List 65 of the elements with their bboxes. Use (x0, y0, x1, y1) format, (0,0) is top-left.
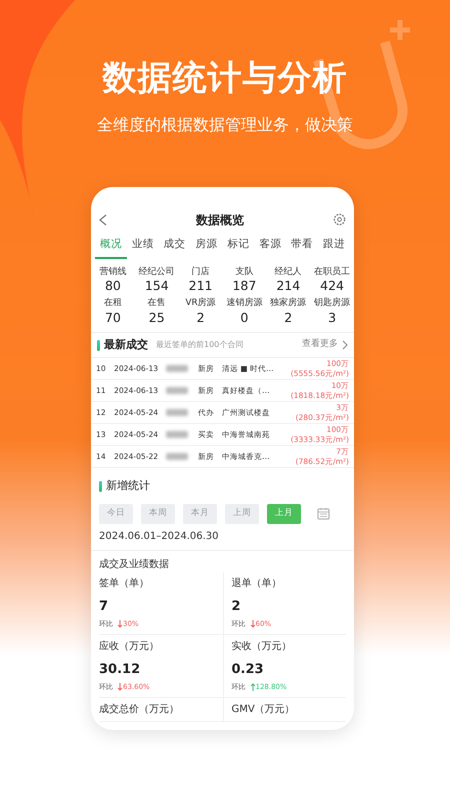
metric-label: 实收（万元） (232, 640, 292, 654)
tab[interactable]: 客源 (254, 236, 286, 259)
stat-value: 214 (275, 278, 302, 294)
section-marker (99, 480, 102, 492)
screen-title: 数据概览 (196, 212, 244, 229)
promo-subtitle: 全维度的根据数据管理业务，做决策 (96, 114, 354, 136)
metric-value: 7 (99, 598, 110, 616)
stat-label: 独家房源 (269, 298, 308, 310)
stat-value: 3 (327, 310, 338, 326)
metric-label: GMV（万元） (232, 702, 296, 717)
section-title: 最新成交 (104, 336, 148, 353)
stat-value: 211 (188, 278, 214, 294)
tab[interactable]: 房源 (190, 236, 222, 259)
stat-label: 速销房源 (225, 298, 264, 310)
stat-label: 在租 (102, 298, 123, 310)
stat-label: 营销线 (98, 266, 128, 278)
stat-label: 经纪人 (274, 266, 303, 278)
tab[interactable]: 带看 (286, 236, 318, 259)
stat-value: 424 (319, 278, 345, 294)
chevron-right-icon (342, 340, 348, 350)
section-title: 新增统计 (106, 478, 150, 494)
stat-label: 在售 (146, 298, 167, 310)
metric-value: 2 (232, 598, 242, 616)
calendar-icon[interactable] (317, 507, 330, 520)
view-more-link[interactable]: 查看更多 (302, 338, 348, 352)
stat-value: 187 (231, 278, 258, 294)
down-arrow-icon (117, 683, 123, 692)
stat-label: 经纪公司 (138, 266, 176, 278)
back-icon[interactable] (99, 214, 107, 226)
settings-icon[interactable] (333, 213, 346, 226)
down-arrow-icon (117, 620, 123, 628)
blurred-name (166, 431, 188, 438)
down-arrow-icon (250, 620, 256, 628)
stat-label: 门店 (190, 266, 211, 278)
up-arrow-icon (250, 683, 256, 692)
stat-label: 在职员工 (313, 266, 352, 278)
metric-label: 成交总价（万元） (99, 702, 180, 717)
tab[interactable]: 标记 (222, 236, 254, 259)
metric-label: 应收（万元） (99, 640, 160, 654)
metric-label: 退单（单） (232, 576, 282, 591)
blurred-name (166, 409, 188, 416)
section-title: 成交及业绩数据 (98, 558, 170, 572)
section-subtitle: 最近签单的前100个合同 (156, 339, 244, 352)
metric-value: 30.12 (99, 660, 142, 679)
blurred-name (166, 365, 188, 372)
stat-label: VR房源 (184, 298, 217, 310)
stat-value: 154 (144, 278, 170, 294)
stat-label: 钥匙房源 (313, 298, 352, 310)
stat-value: 25 (148, 310, 166, 326)
tab[interactable]: 成交 (158, 236, 191, 259)
stat-value: 2 (283, 310, 294, 326)
metric-label: 签单（单） (99, 576, 150, 591)
section-marker (97, 340, 100, 351)
promo-title: 数据统计与分析 (101, 58, 348, 99)
metric-value: 0.23 (232, 660, 265, 679)
stat-value: 2 (196, 310, 206, 326)
blurred-name (166, 453, 188, 460)
stat-value: 80 (104, 278, 122, 294)
stat-label: 支队 (234, 266, 254, 278)
stat-value: 70 (104, 310, 122, 326)
stat-value: 0 (239, 310, 250, 326)
date-range: 2024.06.01–2024.06.30 (91, 526, 354, 551)
tab[interactable]: 业绩 (126, 236, 159, 259)
tab[interactable]: 跟进 (318, 236, 350, 259)
blurred-name (166, 387, 188, 394)
